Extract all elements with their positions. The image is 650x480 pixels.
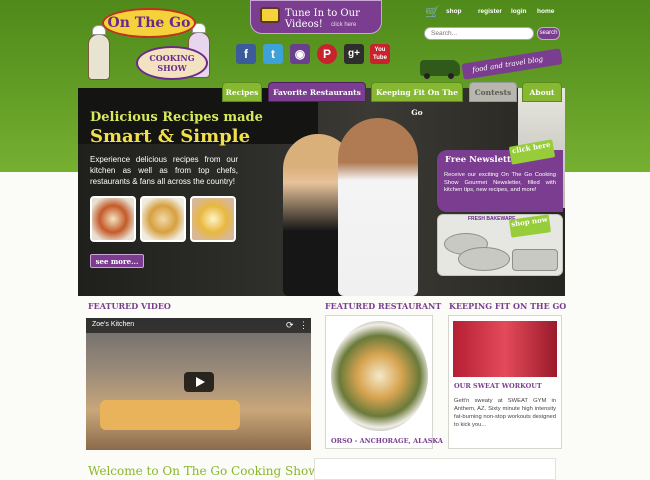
tv-icon [260,7,280,23]
twitter-icon[interactable]: t [263,44,283,64]
workout-description: Gett'n sweaty at SWEAT GYM in Anthem, AZ… [454,398,556,428]
nav-tab-about[interactable]: About [522,82,562,102]
workout-subtitle[interactable]: OUR SWEAT WORKOUT [454,382,542,390]
bakeware-tray [512,249,558,271]
hero-heading-2: Smart & Simple [90,126,251,147]
search-button[interactable]: search [537,27,560,40]
video-scene-table [100,400,240,430]
recipe-thumbnail[interactable] [140,196,186,242]
newsletter-panel[interactable]: Free Newsletter Receive our exciting On … [437,150,563,212]
featured-video-title: FEATURED VIDEO [88,301,171,311]
top-link-shop[interactable]: shop [446,8,462,15]
recipe-thumbnail[interactable] [90,196,136,242]
logo-subtitle-line1: COOKING [149,53,195,63]
newsletter-text: Receive our exciting On The Go Cooking S… [444,172,556,193]
recipe-thumbnail[interactable] [190,196,236,242]
video-title: Zoe's Kitchen [92,321,135,328]
host-man-photo [338,118,418,296]
content-box [314,458,556,480]
logo-subtitle: COOKING SHOW [136,46,208,80]
top-link-register[interactable]: register [478,8,502,15]
top-link-login[interactable]: login [511,8,527,15]
shopping-cart-icon[interactable]: 🛒 [425,6,441,18]
nav-tab-favorite-restaurants[interactable]: Favorite Restaurants [268,82,366,102]
youtube-icon[interactable]: You Tube [370,44,390,64]
instagram-icon[interactable]: ◉ [290,44,310,64]
site-logo[interactable]: On The Go COOKING SHOW [84,6,214,90]
nav-tab-contests[interactable]: Contests [469,82,517,102]
logo-title: On The Go [102,8,196,38]
workout-photo[interactable] [453,321,557,377]
restaurant-caption[interactable]: ORSO - ANCHORAGE, ALASKA [331,437,443,445]
top-link-home[interactable]: home [537,8,554,15]
chef-figure-left [88,25,110,80]
bakeware-pan [458,247,510,271]
video-title-bar: Zoe's Kitchen ⟳ ⋮ [86,318,311,333]
hero-heading-1: Delicious Recipes made [90,110,263,125]
restaurant-dish-photo[interactable] [331,321,428,431]
tune-in-videos-button[interactable]: Tune In to Our Videos! click here [250,0,382,34]
pinterest-icon[interactable]: P [317,44,337,64]
play-button-icon[interactable] [184,372,214,392]
keeping-fit-title: KEEPING FIT ON THE GO [449,301,567,311]
nav-tab-recipes[interactable]: Recipes [222,82,262,102]
share-icon[interactable]: ⟳ [286,320,294,331]
newsletter-title: Free Newsletter [445,155,521,165]
google-plus-icon[interactable]: g+ [344,44,364,64]
facebook-icon[interactable]: f [236,44,256,64]
car-icon [420,60,460,79]
nav-tab-keeping-fit[interactable]: Keeping Fit On The Go [371,82,463,117]
more-options-icon[interactable]: ⋮ [299,320,308,331]
see-more-button[interactable]: see more... [90,254,144,268]
featured-restaurant-title: FEATURED RESTAURANT [325,301,442,311]
welcome-heading: Welcome to On The Go Cooking Show [88,464,319,478]
hero-description: Experience delicious recipes from our ki… [90,155,238,186]
search-input[interactable] [424,27,534,40]
tune-in-subtitle: click here [331,22,357,28]
logo-subtitle-line2: SHOW [157,63,187,73]
